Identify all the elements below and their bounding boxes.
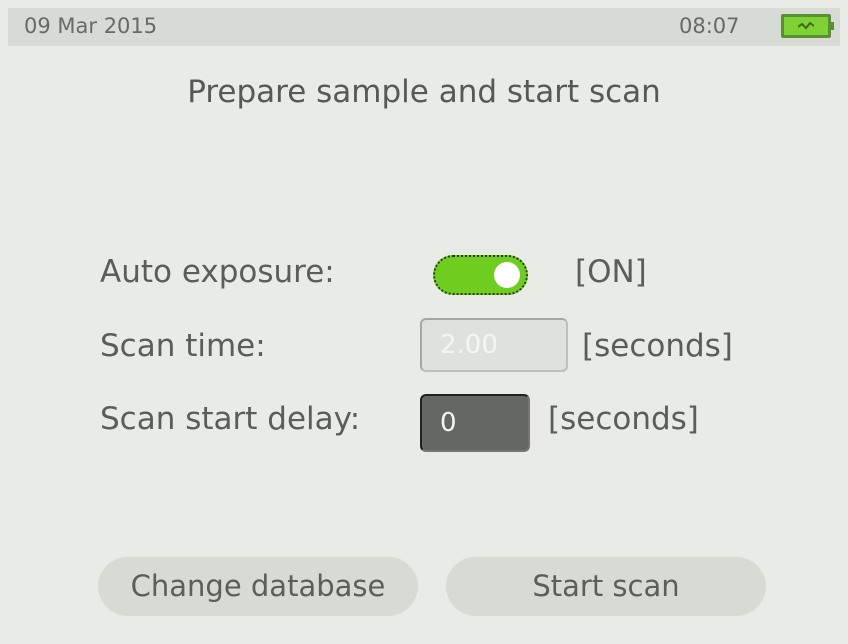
battery-icon xyxy=(781,14,834,38)
status-bar: 09 Mar 2015 08:07 xyxy=(8,8,840,46)
status-time: 08:07 xyxy=(679,14,740,38)
status-date: 09 Mar 2015 xyxy=(24,14,158,38)
scan-delay-unit: [seconds] xyxy=(548,401,699,437)
auto-exposure-state: [ON] xyxy=(575,254,647,290)
auto-exposure-label: Auto exposure: xyxy=(100,254,335,290)
change-database-button[interactable]: Change database xyxy=(98,556,418,616)
scan-delay-label: Scan start delay: xyxy=(100,401,361,437)
scan-time-label: Scan time: xyxy=(100,328,266,364)
scan-time-field xyxy=(420,318,568,372)
page-title: Prepare sample and start scan xyxy=(187,74,661,110)
scan-delay-field[interactable] xyxy=(420,394,530,452)
scan-time-unit: [seconds] xyxy=(582,328,733,364)
start-scan-button[interactable]: Start scan xyxy=(446,556,766,616)
toggle-knob xyxy=(494,262,520,288)
auto-exposure-toggle[interactable] xyxy=(433,255,528,295)
